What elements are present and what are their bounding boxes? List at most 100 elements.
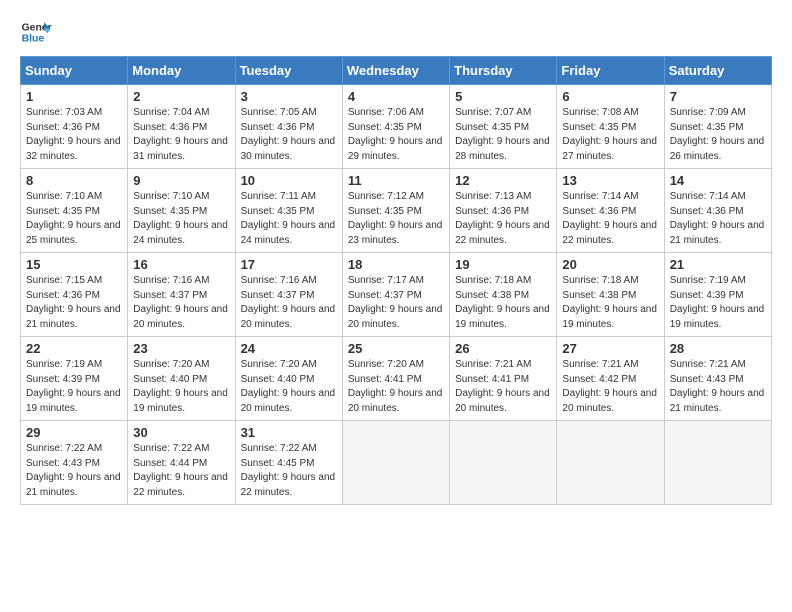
day-number: 2 <box>133 89 229 104</box>
daylight-label: Daylight: 9 hours and 19 minutes. <box>26 388 121 414</box>
day-header-monday: Monday <box>128 57 235 85</box>
calendar-cell: 15 Sunrise: 7:15 AM Sunset: 4:36 PM Dayl… <box>21 253 128 337</box>
calendar-cell: 19 Sunrise: 7:18 AM Sunset: 4:38 PM Dayl… <box>450 253 557 337</box>
day-number: 18 <box>348 257 444 272</box>
sunrise-label: Sunrise: 7:09 AM <box>670 107 746 118</box>
calendar-cell: 6 Sunrise: 7:08 AM Sunset: 4:35 PM Dayli… <box>557 85 664 169</box>
day-number: 3 <box>241 89 337 104</box>
sunrise-label: Sunrise: 7:14 AM <box>670 191 746 202</box>
day-info: Sunrise: 7:20 AM Sunset: 4:41 PM Dayligh… <box>348 358 444 416</box>
sunset-label: Sunset: 4:37 PM <box>241 290 315 301</box>
day-header-tuesday: Tuesday <box>235 57 342 85</box>
sunset-label: Sunset: 4:38 PM <box>562 290 636 301</box>
day-number: 23 <box>133 341 229 356</box>
day-info: Sunrise: 7:20 AM Sunset: 4:40 PM Dayligh… <box>241 358 337 416</box>
daylight-label: Daylight: 9 hours and 20 minutes. <box>241 304 336 330</box>
daylight-label: Daylight: 9 hours and 20 minutes. <box>241 388 336 414</box>
daylight-label: Daylight: 9 hours and 22 minutes. <box>455 220 550 246</box>
sunrise-label: Sunrise: 7:11 AM <box>241 191 316 202</box>
day-header-saturday: Saturday <box>664 57 771 85</box>
daylight-label: Daylight: 9 hours and 29 minutes. <box>348 136 443 162</box>
day-number: 14 <box>670 173 766 188</box>
day-header-friday: Friday <box>557 57 664 85</box>
day-number: 10 <box>241 173 337 188</box>
sunset-label: Sunset: 4:37 PM <box>348 290 422 301</box>
sunrise-label: Sunrise: 7:05 AM <box>241 107 317 118</box>
daylight-label: Daylight: 9 hours and 19 minutes. <box>455 304 550 330</box>
header: General Blue <box>20 16 772 48</box>
daylight-label: Daylight: 9 hours and 23 minutes. <box>348 220 443 246</box>
calendar-cell: 25 Sunrise: 7:20 AM Sunset: 4:41 PM Dayl… <box>342 337 449 421</box>
sunset-label: Sunset: 4:39 PM <box>26 374 100 385</box>
sunset-label: Sunset: 4:35 PM <box>562 122 636 133</box>
sunrise-label: Sunrise: 7:10 AM <box>26 191 102 202</box>
day-info: Sunrise: 7:05 AM Sunset: 4:36 PM Dayligh… <box>241 106 337 164</box>
sunset-label: Sunset: 4:43 PM <box>670 374 744 385</box>
sunrise-label: Sunrise: 7:10 AM <box>133 191 209 202</box>
sunrise-label: Sunrise: 7:16 AM <box>241 275 317 286</box>
day-info: Sunrise: 7:14 AM Sunset: 4:36 PM Dayligh… <box>562 190 658 248</box>
daylight-label: Daylight: 9 hours and 25 minutes. <box>26 220 121 246</box>
sunrise-label: Sunrise: 7:18 AM <box>455 275 531 286</box>
calendar-cell: 31 Sunrise: 7:22 AM Sunset: 4:45 PM Dayl… <box>235 421 342 505</box>
calendar-cell: 2 Sunrise: 7:04 AM Sunset: 4:36 PM Dayli… <box>128 85 235 169</box>
sunset-label: Sunset: 4:36 PM <box>562 206 636 217</box>
day-info: Sunrise: 7:17 AM Sunset: 4:37 PM Dayligh… <box>348 274 444 332</box>
week-row-2: 8 Sunrise: 7:10 AM Sunset: 4:35 PM Dayli… <box>21 169 772 253</box>
sunrise-label: Sunrise: 7:22 AM <box>133 443 209 454</box>
daylight-label: Daylight: 9 hours and 19 minutes. <box>133 388 228 414</box>
day-number: 25 <box>348 341 444 356</box>
day-number: 22 <box>26 341 122 356</box>
day-number: 13 <box>562 173 658 188</box>
sunset-label: Sunset: 4:39 PM <box>670 290 744 301</box>
day-number: 27 <box>562 341 658 356</box>
daylight-label: Daylight: 9 hours and 21 minutes. <box>26 472 121 498</box>
sunset-label: Sunset: 4:40 PM <box>241 374 315 385</box>
daylight-label: Daylight: 9 hours and 21 minutes. <box>670 220 765 246</box>
sunrise-label: Sunrise: 7:18 AM <box>562 275 638 286</box>
day-info: Sunrise: 7:19 AM Sunset: 4:39 PM Dayligh… <box>670 274 766 332</box>
calendar-cell: 1 Sunrise: 7:03 AM Sunset: 4:36 PM Dayli… <box>21 85 128 169</box>
calendar-cell <box>450 421 557 505</box>
calendar-cell: 9 Sunrise: 7:10 AM Sunset: 4:35 PM Dayli… <box>128 169 235 253</box>
sunset-label: Sunset: 4:40 PM <box>133 374 207 385</box>
calendar-cell: 24 Sunrise: 7:20 AM Sunset: 4:40 PM Dayl… <box>235 337 342 421</box>
sunrise-label: Sunrise: 7:08 AM <box>562 107 638 118</box>
day-info: Sunrise: 7:16 AM Sunset: 4:37 PM Dayligh… <box>133 274 229 332</box>
day-info: Sunrise: 7:08 AM Sunset: 4:35 PM Dayligh… <box>562 106 658 164</box>
daylight-label: Daylight: 9 hours and 19 minutes. <box>562 304 657 330</box>
sunset-label: Sunset: 4:36 PM <box>26 122 100 133</box>
sunset-label: Sunset: 4:35 PM <box>26 206 100 217</box>
sunrise-label: Sunrise: 7:19 AM <box>26 359 102 370</box>
day-header-sunday: Sunday <box>21 57 128 85</box>
sunset-label: Sunset: 4:35 PM <box>241 206 315 217</box>
calendar-cell: 5 Sunrise: 7:07 AM Sunset: 4:35 PM Dayli… <box>450 85 557 169</box>
day-headers: SundayMondayTuesdayWednesdayThursdayFrid… <box>21 57 772 85</box>
day-number: 7 <box>670 89 766 104</box>
day-number: 1 <box>26 89 122 104</box>
daylight-label: Daylight: 9 hours and 27 minutes. <box>562 136 657 162</box>
calendar-cell: 14 Sunrise: 7:14 AM Sunset: 4:36 PM Dayl… <box>664 169 771 253</box>
day-number: 31 <box>241 425 337 440</box>
calendar-cell: 20 Sunrise: 7:18 AM Sunset: 4:38 PM Dayl… <box>557 253 664 337</box>
day-info: Sunrise: 7:22 AM Sunset: 4:45 PM Dayligh… <box>241 442 337 500</box>
day-number: 16 <box>133 257 229 272</box>
sunrise-label: Sunrise: 7:19 AM <box>670 275 746 286</box>
calendar-cell: 7 Sunrise: 7:09 AM Sunset: 4:35 PM Dayli… <box>664 85 771 169</box>
sunrise-label: Sunrise: 7:20 AM <box>348 359 424 370</box>
calendar-cell: 17 Sunrise: 7:16 AM Sunset: 4:37 PM Dayl… <box>235 253 342 337</box>
sunset-label: Sunset: 4:36 PM <box>26 290 100 301</box>
daylight-label: Daylight: 9 hours and 20 minutes. <box>562 388 657 414</box>
sunset-label: Sunset: 4:41 PM <box>455 374 529 385</box>
calendar-cell <box>342 421 449 505</box>
logo: General Blue <box>20 16 52 48</box>
week-row-1: 1 Sunrise: 7:03 AM Sunset: 4:36 PM Dayli… <box>21 85 772 169</box>
day-number: 17 <box>241 257 337 272</box>
calendar: SundayMondayTuesdayWednesdayThursdayFrid… <box>20 56 772 505</box>
sunset-label: Sunset: 4:35 PM <box>455 122 529 133</box>
calendar-cell: 10 Sunrise: 7:11 AM Sunset: 4:35 PM Dayl… <box>235 169 342 253</box>
calendar-cell: 11 Sunrise: 7:12 AM Sunset: 4:35 PM Dayl… <box>342 169 449 253</box>
sunset-label: Sunset: 4:37 PM <box>133 290 207 301</box>
day-number: 12 <box>455 173 551 188</box>
day-number: 6 <box>562 89 658 104</box>
